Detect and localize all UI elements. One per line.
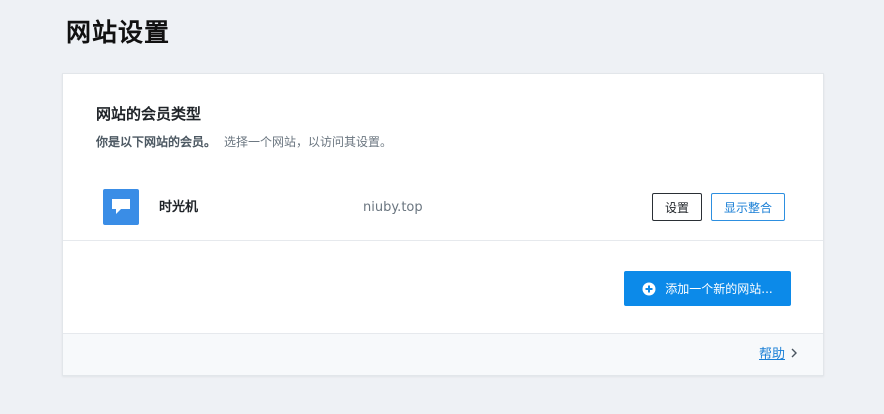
card-footer: 帮助 xyxy=(63,333,823,375)
display-integration-button[interactable]: 显示整合 xyxy=(711,193,785,221)
membership-card: 网站的会员类型 你是以下网站的会员。 选择一个网站，以访问其设置。 时光机 niu… xyxy=(62,73,824,376)
site-row: 时光机 niuby.top 设置 显示整合 xyxy=(63,179,823,241)
add-site-label: 添加一个新的网站... xyxy=(665,282,773,296)
chat-bubble-icon xyxy=(103,189,139,225)
section-subtitle: 你是以下网站的会员。 选择一个网站，以访问其设置。 xyxy=(96,134,392,150)
add-site-button[interactable]: 添加一个新的网站... xyxy=(624,271,791,306)
page-title: 网站设置 xyxy=(66,18,171,47)
site-domain: niuby.top xyxy=(363,200,423,215)
section-title: 网站的会员类型 xyxy=(96,105,202,123)
subtitle-hint: 选择一个网站，以访问其设置。 xyxy=(224,135,393,149)
help-label: 帮助 xyxy=(759,347,786,362)
chevron-right-icon xyxy=(791,346,798,364)
plus-circle-icon xyxy=(642,282,656,296)
help-link[interactable]: 帮助 xyxy=(759,346,798,364)
subtitle-strong: 你是以下网站的会员。 xyxy=(96,135,217,149)
settings-button[interactable]: 设置 xyxy=(652,193,702,221)
site-name: 时光机 xyxy=(159,200,199,215)
